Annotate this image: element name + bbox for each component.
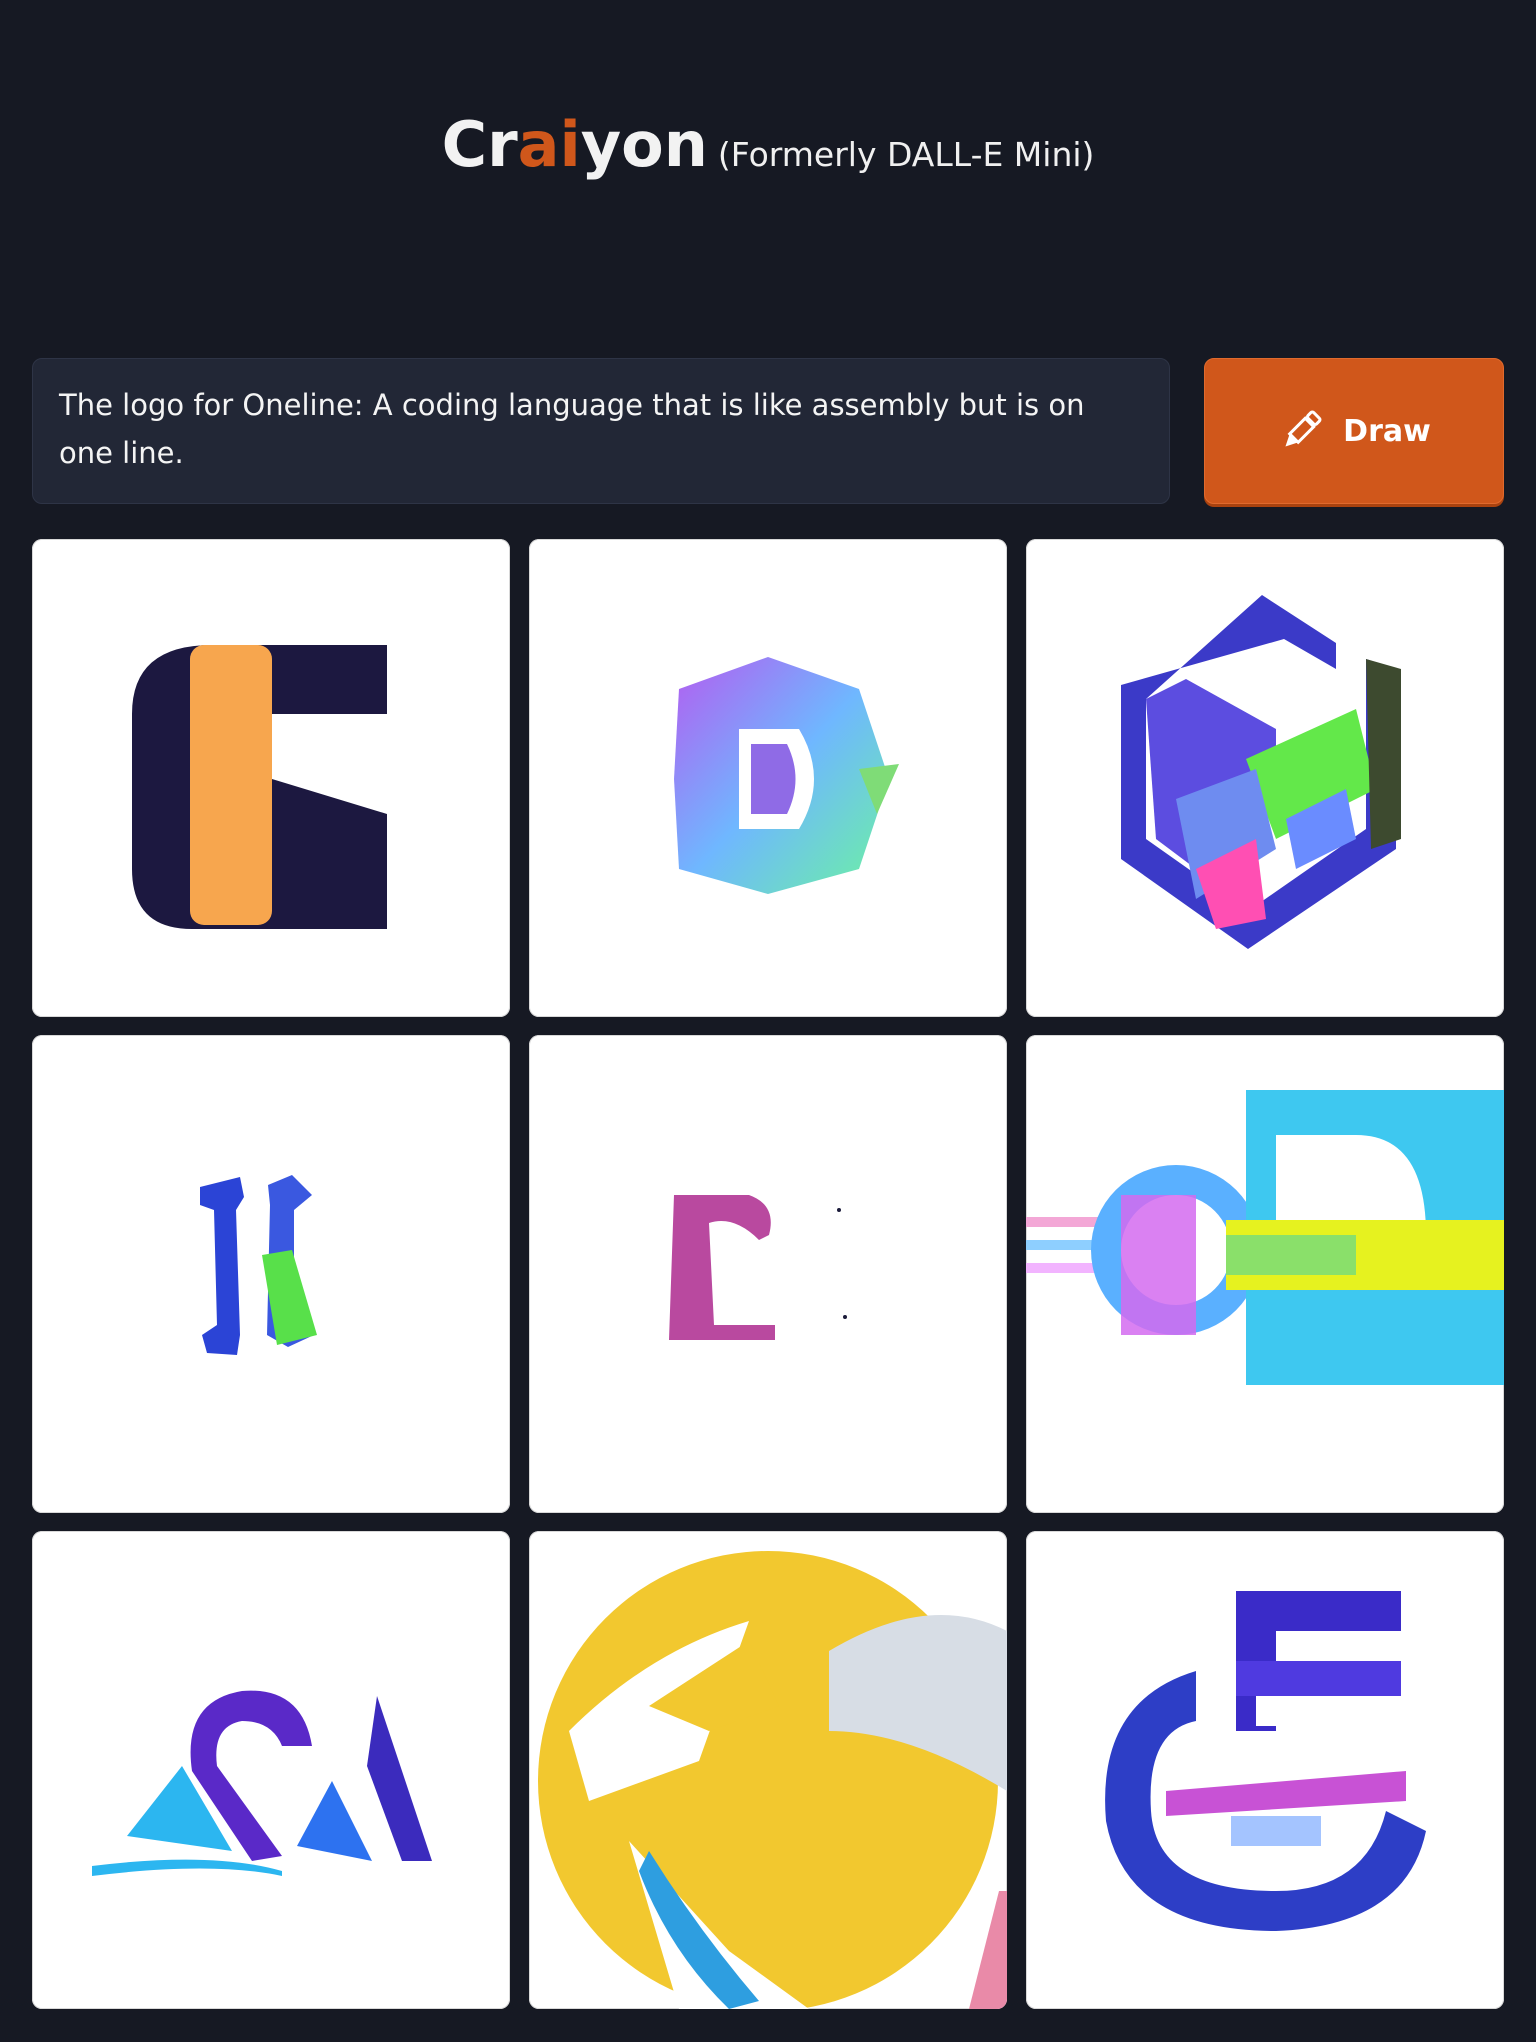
generated-image-4[interactable] (32, 1035, 510, 1513)
draw-button-label: Draw (1343, 413, 1431, 449)
prompt-input[interactable] (32, 358, 1170, 504)
generated-image-5[interactable] (529, 1035, 1007, 1513)
brand-subtitle: (Formerly DALL-E Mini) (717, 135, 1095, 174)
generated-image-9[interactable] (1026, 1531, 1504, 2009)
brand-logo[interactable]: Craiyon (442, 108, 708, 181)
app-header: Craiyon (Formerly DALL-E Mini) (0, 108, 1536, 181)
generated-image-7[interactable] (32, 1531, 510, 2009)
generated-image-3[interactable] (1026, 539, 1504, 1017)
generated-image-2[interactable] (529, 539, 1007, 1017)
generated-image-1[interactable] (32, 539, 510, 1017)
pencil-icon (1277, 407, 1325, 455)
results-grid (32, 539, 1504, 2009)
draw-button[interactable]: Draw (1204, 358, 1504, 504)
generated-image-6[interactable] (1026, 1035, 1504, 1513)
generated-image-8[interactable] (529, 1531, 1007, 2009)
